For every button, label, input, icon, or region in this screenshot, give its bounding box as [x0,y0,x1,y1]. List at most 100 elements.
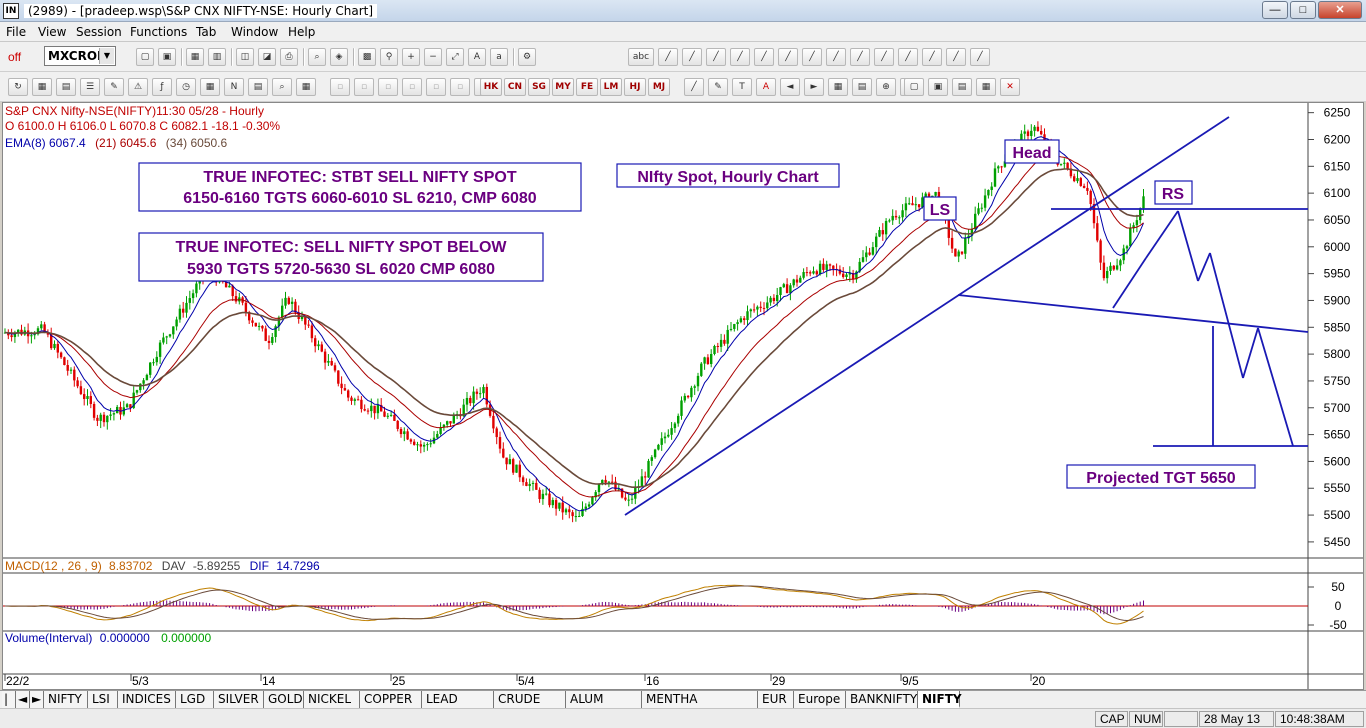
image-icon[interactable]: ▦ [976,78,996,96]
table-icon[interactable]: ▦ [32,78,52,96]
refresh-icon[interactable]: ↻ [8,78,28,96]
arrow-right-icon[interactable]: ► [804,78,824,96]
price-chart-svg[interactable]: 6250 6200 6150 6100 6050 6000 5950 5900 5850 5800… [3,103,1363,689]
horizontal-line-icon[interactable]: ╱ [730,48,750,66]
close-x-icon[interactable]: ✕ [1000,78,1020,96]
line-chart-icon[interactable]: ╱ [684,78,704,96]
off-label[interactable]: off [8,50,21,64]
crosshair-icon[interactable]: ⊕ [876,78,896,96]
formula-icon[interactable]: ƒ [152,78,172,96]
add-study-icon[interactable]: ▫ [378,78,398,96]
pitchfork-icon[interactable]: ╱ [946,48,966,66]
save-file-icon[interactable]: ▥ [208,48,226,66]
menu-functions[interactable]: Functions [130,25,187,39]
region-button-lm[interactable]: LM [600,78,622,96]
channel-icon[interactable]: ╱ [754,48,774,66]
list-icon[interactable]: ☰ [80,78,100,96]
text-A-button[interactable]: A [756,78,776,96]
tab-eur[interactable]: EUR [758,691,794,708]
ellipse-icon[interactable]: ╱ [898,48,918,66]
open-file-icon[interactable]: ▣ [158,48,176,66]
paste-icon[interactable]: ▤ [952,78,972,96]
tab-banknifty[interactable]: BANKNIFTY [846,691,918,708]
indicator-icon[interactable]: N [224,78,244,96]
add-study-icon[interactable]: ▫ [426,78,446,96]
region-button-my[interactable]: MY [552,78,574,96]
menu-window[interactable]: Window [231,25,278,39]
tab-copper[interactable]: COPPER [360,691,422,708]
text-T-button[interactable]: T [732,78,752,96]
chart-settings-icon[interactable]: ⚙ [518,48,536,66]
arrow-left-icon[interactable]: ◄ [780,78,800,96]
region-button-cn[interactable]: CN [504,78,526,96]
tab-nav-prev[interactable]: ◄ [16,691,30,708]
parallel-line-icon[interactable]: ╱ [682,48,702,66]
menu-session[interactable]: Session [76,25,122,39]
notes-icon[interactable]: ✎ [104,78,124,96]
copy-icon[interactable]: ▣ [928,78,948,96]
tab-nickel[interactable]: NICKEL [304,691,360,708]
new-file-icon[interactable]: ▢ [136,48,154,66]
tab-lgd[interactable]: LGD [176,691,214,708]
region-button-fe[interactable]: FE [576,78,598,96]
symbol-combo[interactable]: MXCROM ▼ [44,46,116,66]
chart-window[interactable]: 6250 6200 6150 6100 6050 6000 5950 5900 5850 5800… [2,102,1364,690]
font-smaller-icon[interactable]: a [490,48,508,66]
tab-lsi[interactable]: LSI [88,691,118,708]
tab-nav-first[interactable]: |◄ [2,691,16,722]
properties-icon[interactable]: ▦ [828,78,848,96]
file-folder-icon[interactable]: ▦ [186,48,204,66]
fib-fan-icon[interactable]: ╱ [826,48,846,66]
chevron-down-icon[interactable]: ▼ [99,48,114,64]
tab-nifty[interactable]: NIFTY [44,691,88,708]
calculator-icon[interactable]: ▦ [296,78,316,96]
calendar-icon[interactable]: ▦ [200,78,220,96]
tab-indices[interactable]: INDICES [118,691,176,708]
gann-fan-icon[interactable]: ╱ [850,48,870,66]
menu-help[interactable]: Help [288,25,315,39]
region-button-mj[interactable]: MJ [648,78,670,96]
add-study-icon[interactable]: ▫ [330,78,350,96]
add-study-icon[interactable]: ▫ [402,78,422,96]
bookmark-icon[interactable]: ▤ [248,78,268,96]
tab-mentha-cardamom[interactable]: MENTHA CARDAMOM [642,691,758,722]
save-layout-icon[interactable]: ◪ [258,48,276,66]
clock-icon[interactable]: ◷ [176,78,196,96]
trend-line-icon[interactable]: ╱ [658,48,678,66]
menu-tab[interactable]: Tab [196,25,216,39]
cycle-lines-icon[interactable]: ╱ [970,48,990,66]
tools-icon[interactable]: ✎ [708,78,728,96]
zoom-fit-icon[interactable]: ⤢ [446,48,464,66]
tab-crude-oil[interactable]: CRUDE OIL [494,691,566,722]
region-button-hj[interactable]: HJ [624,78,646,96]
close-button[interactable]: ✕ [1318,1,1362,19]
tab-gold[interactable]: GOLD [264,691,304,708]
add-study-icon[interactable]: ▫ [354,78,374,96]
tab-lead-zinc[interactable]: LEAD ZINC [422,691,494,722]
rectangle-icon[interactable]: ╱ [874,48,894,66]
zoom-in-icon[interactable]: + [402,48,420,66]
ray-line-icon[interactable]: ╱ [706,48,726,66]
restore-button[interactable]: □ [1290,1,1316,19]
font-larger-icon[interactable]: A [468,48,486,66]
region-button-sg[interactable]: SG [528,78,550,96]
arc-icon[interactable]: ╱ [922,48,942,66]
minimize-button[interactable]: — [1262,1,1288,19]
tab-nifty[interactable]: NIFTY [918,691,962,708]
add-study-icon[interactable]: ▫ [450,78,470,96]
menu-view[interactable]: View [38,25,66,39]
zoom-icon[interactable]: ⚲ [380,48,398,66]
print-icon[interactable]: ⎙ [280,48,298,66]
color-palette-icon[interactable]: ◈ [330,48,348,66]
tab-europe[interactable]: Europe [794,691,846,708]
tab-alum-ngas[interactable]: ALUM NGAS [566,691,642,722]
grid-icon[interactable]: ▩ [358,48,376,66]
tab-nav-next[interactable]: ► [30,691,44,708]
print-preview-icon[interactable]: ⌕ [308,48,326,66]
region-button-hk[interactable]: HK [480,78,502,96]
color-icon[interactable]: ▤ [852,78,872,96]
copy-window-icon[interactable]: ▢ [904,78,924,96]
fib-lines-icon[interactable]: ╱ [778,48,798,66]
tab-silver[interactable]: SILVER [214,691,264,708]
text-tool-button[interactable]: abc [628,48,654,66]
